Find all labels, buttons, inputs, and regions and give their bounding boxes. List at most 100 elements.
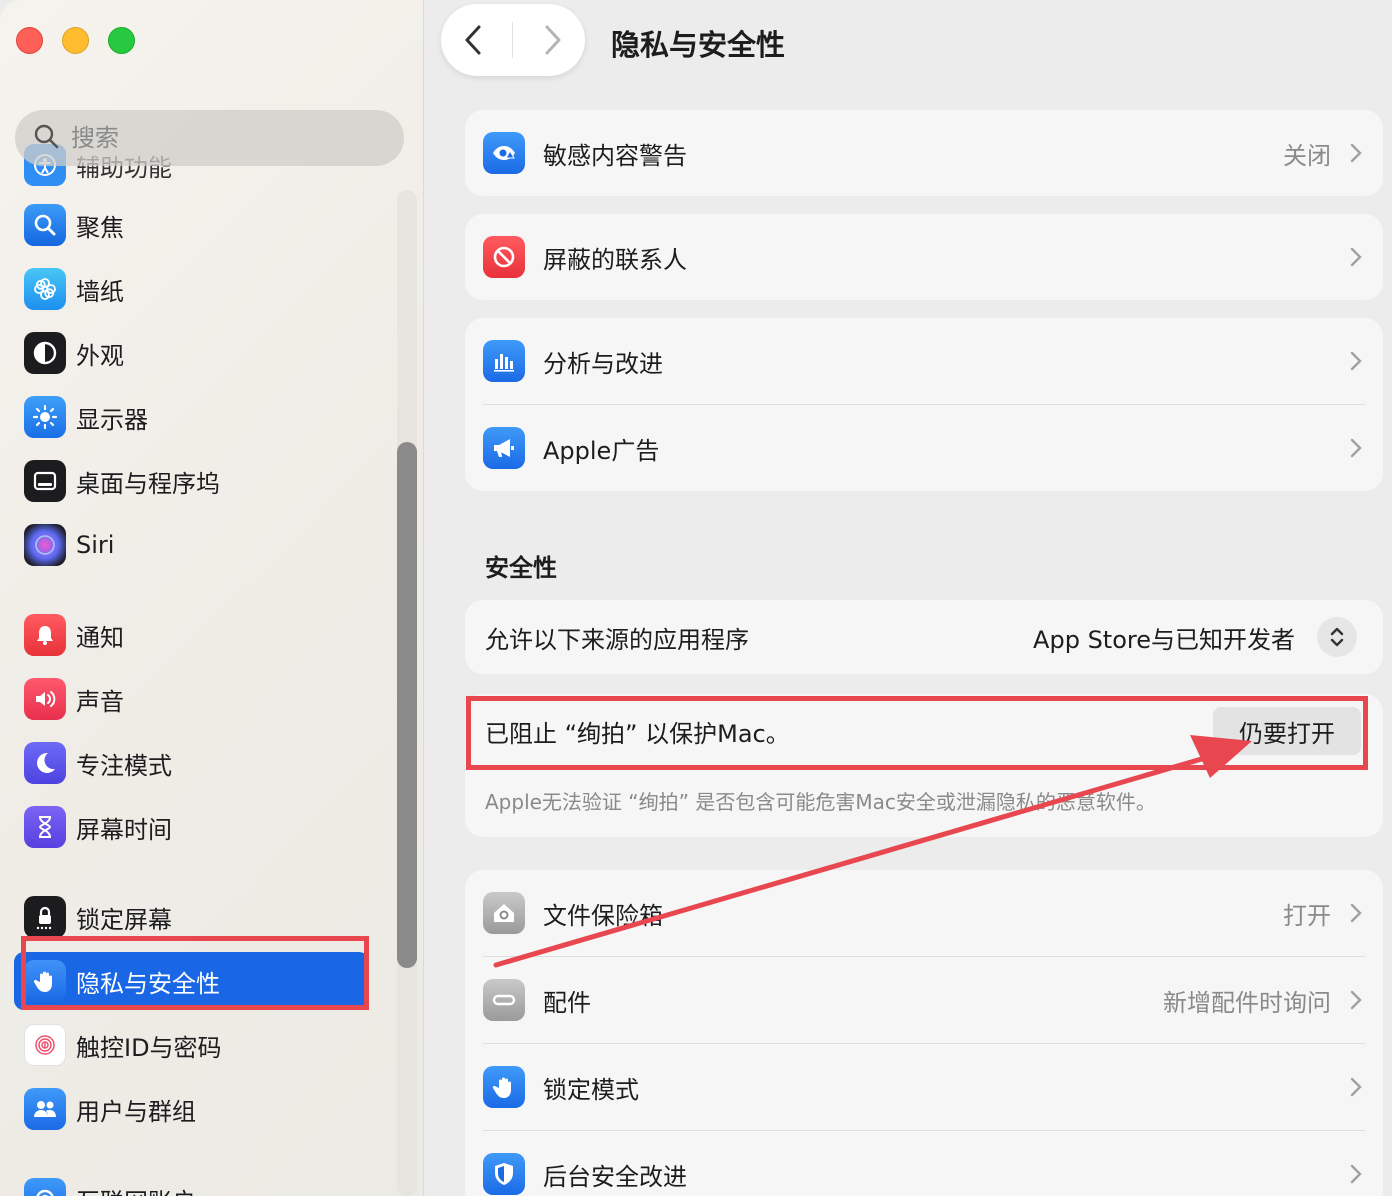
sidebar-item-screen-time[interactable]: 屏幕时间 [14,798,369,856]
row-label: 屏蔽的联系人 [543,245,687,274]
page-title: 隐私与安全性 [611,28,786,62]
sidebar-item-label: 触控ID与密码 [76,1033,222,1062]
sidebar-item-label: 显示器 [76,405,148,434]
sidebar-item-siri[interactable]: Siri [14,516,369,574]
screen-time-icon [24,806,66,848]
filevault-row[interactable]: 文件保险箱 打开 [465,870,1383,956]
analytics-row[interactable]: 分析与改进 [465,318,1383,404]
row-label: 后台安全改进 [543,1162,687,1191]
chevron-right-icon [545,25,561,55]
chevron-right-icon [1350,438,1362,458]
sidebar-item-spotlight[interactable]: 聚焦 [14,196,369,254]
sidebar-item-label: 外观 [76,341,124,370]
search-input[interactable] [71,124,371,152]
hand-icon [483,1066,525,1108]
sidebar-item-label: 锁定屏幕 [76,905,172,934]
sidebar-item-wallpaper[interactable]: 墙纸 [14,260,369,318]
chevron-right-icon [1350,1164,1362,1184]
sidebar-scrollbar-thumb[interactable] [397,442,417,968]
sidebar-item-label: 用户与群组 [76,1097,196,1126]
sidebar-item-users-groups[interactable]: 用户与群组 [14,1080,369,1138]
sidebar: 辅助功能 聚焦 墙纸 外观 显示器 [0,0,424,1196]
row-label: 锁定模式 [543,1075,639,1104]
chevron-right-icon [1350,903,1362,923]
allow-apps-value[interactable]: App Store与已知开发者 [1033,620,1295,655]
lockdown-mode-row[interactable]: 锁定模式 [465,1044,1383,1130]
sidebar-item-label: 聚焦 [76,213,124,242]
fingerprint-icon [24,1024,66,1066]
hand-icon [24,960,66,1002]
chevron-right-icon [1350,247,1362,267]
sidebar-nav: 辅助功能 聚焦 墙纸 外观 显示器 桌面与程序坞 Siri 通知 声音 专注模式… [0,0,395,1196]
sensitive-content-card: 敏感内容警告 关闭 [465,110,1383,196]
app-source-card: 允许以下来源的应用程序 App Store与已知开发者 [465,600,1383,674]
row-label: 文件保险箱 [543,901,663,930]
row-label: Apple广告 [543,436,660,465]
sidebar-item-notifications[interactable]: 通知 [14,606,369,664]
usb-c-icon [483,979,525,1021]
blocked-contacts-row[interactable]: 屏蔽的联系人 [465,214,1383,300]
allow-apps-row: 允许以下来源的应用程序 App Store与已知开发者 [465,600,1383,674]
sidebar-item-label: 通知 [76,623,124,652]
sensitive-content-row[interactable]: 敏感内容警告 关闭 [465,110,1383,196]
sound-icon [24,678,66,720]
nav-divider [512,22,514,58]
sidebar-item-lock-screen[interactable]: 锁定屏幕 [14,888,369,946]
row-value: 新增配件时询问 [1163,988,1331,1017]
apple-ads-row[interactable]: Apple广告 [465,405,1383,491]
sidebar-item-focus[interactable]: 专注模式 [14,734,369,792]
row-label: 配件 [543,988,591,1017]
wallpaper-icon [24,268,66,310]
open-anyway-button[interactable]: 仍要打开 [1213,707,1361,755]
sidebar-item-label: 桌面与程序坞 [76,469,220,498]
notifications-icon [24,614,66,656]
megaphone-icon [483,427,525,469]
analytics-ads-card: 分析与改进 Apple广告 [465,318,1383,491]
appearance-icon [24,332,66,374]
main-pane: 隐私与安全性 敏感内容警告 关闭 屏蔽的联系人 分析与改进 Apple广告 安全… [425,0,1392,1196]
lock-screen-icon [24,896,66,938]
blocked-app-row: 已阻止 “绚拍” 以保护Mac。 仍要打开 [465,694,1383,768]
row-label: 允许以下来源的应用程序 [485,625,749,654]
dock-icon [24,460,66,502]
sidebar-item-touch-id[interactable]: 触控ID与密码 [14,1016,369,1074]
sidebar-item-sound[interactable]: 声音 [14,670,369,728]
row-label: 分析与改进 [543,349,663,378]
sidebar-item-label: 屏幕时间 [76,815,172,844]
sidebar-item-label: 隐私与安全性 [76,969,220,998]
navigation-buttons [441,4,585,76]
row-label: 敏感内容警告 [543,141,687,170]
sidebar-item-display[interactable]: 显示器 [14,388,369,446]
back-button[interactable] [448,15,498,65]
display-icon [24,396,66,438]
blocked-contacts-card: 屏蔽的联系人 [465,214,1383,300]
accessories-row[interactable]: 配件 新增配件时询问 [465,957,1383,1043]
sidebar-item-label: 互联网账户 [76,1182,196,1196]
chevron-right-icon [1350,990,1362,1010]
up-down-chevron-icon [1330,627,1344,647]
spotlight-icon [24,204,66,246]
blocked-app-card: 已阻止 “绚拍” 以保护Mac。 仍要打开 Apple无法验证 “绚拍” 是否包… [465,694,1383,837]
users-icon [24,1088,66,1130]
sidebar-item-label: Siri [76,531,115,559]
chevron-right-icon [1350,143,1362,163]
sidebar-item-internet-accounts[interactable]: 互联网账户 [14,1170,369,1196]
forward-button[interactable] [528,15,578,65]
search-field[interactable] [15,110,404,166]
sidebar-item-label: 墙纸 [76,277,124,306]
siri-icon [24,524,66,566]
sidebar-item-privacy-security[interactable]: 隐私与安全性 [14,952,369,1010]
chevron-right-icon [1350,351,1362,371]
background-security-row[interactable]: 后台安全改进 [465,1131,1383,1196]
house-safe-icon [483,892,525,934]
chevron-right-icon [1350,1077,1362,1097]
eye-warning-icon [483,132,525,174]
shield-icon [483,1153,525,1195]
sidebar-item-appearance[interactable]: 外观 [14,324,369,382]
allow-apps-popup-button[interactable] [1317,617,1357,657]
search-icon [33,123,59,153]
block-icon [483,236,525,278]
blocked-app-message: 已阻止 “绚拍” 以保护Mac。 [485,719,790,748]
row-value: 打开 [1283,901,1331,930]
sidebar-item-desktop-dock[interactable]: 桌面与程序坞 [14,452,369,510]
